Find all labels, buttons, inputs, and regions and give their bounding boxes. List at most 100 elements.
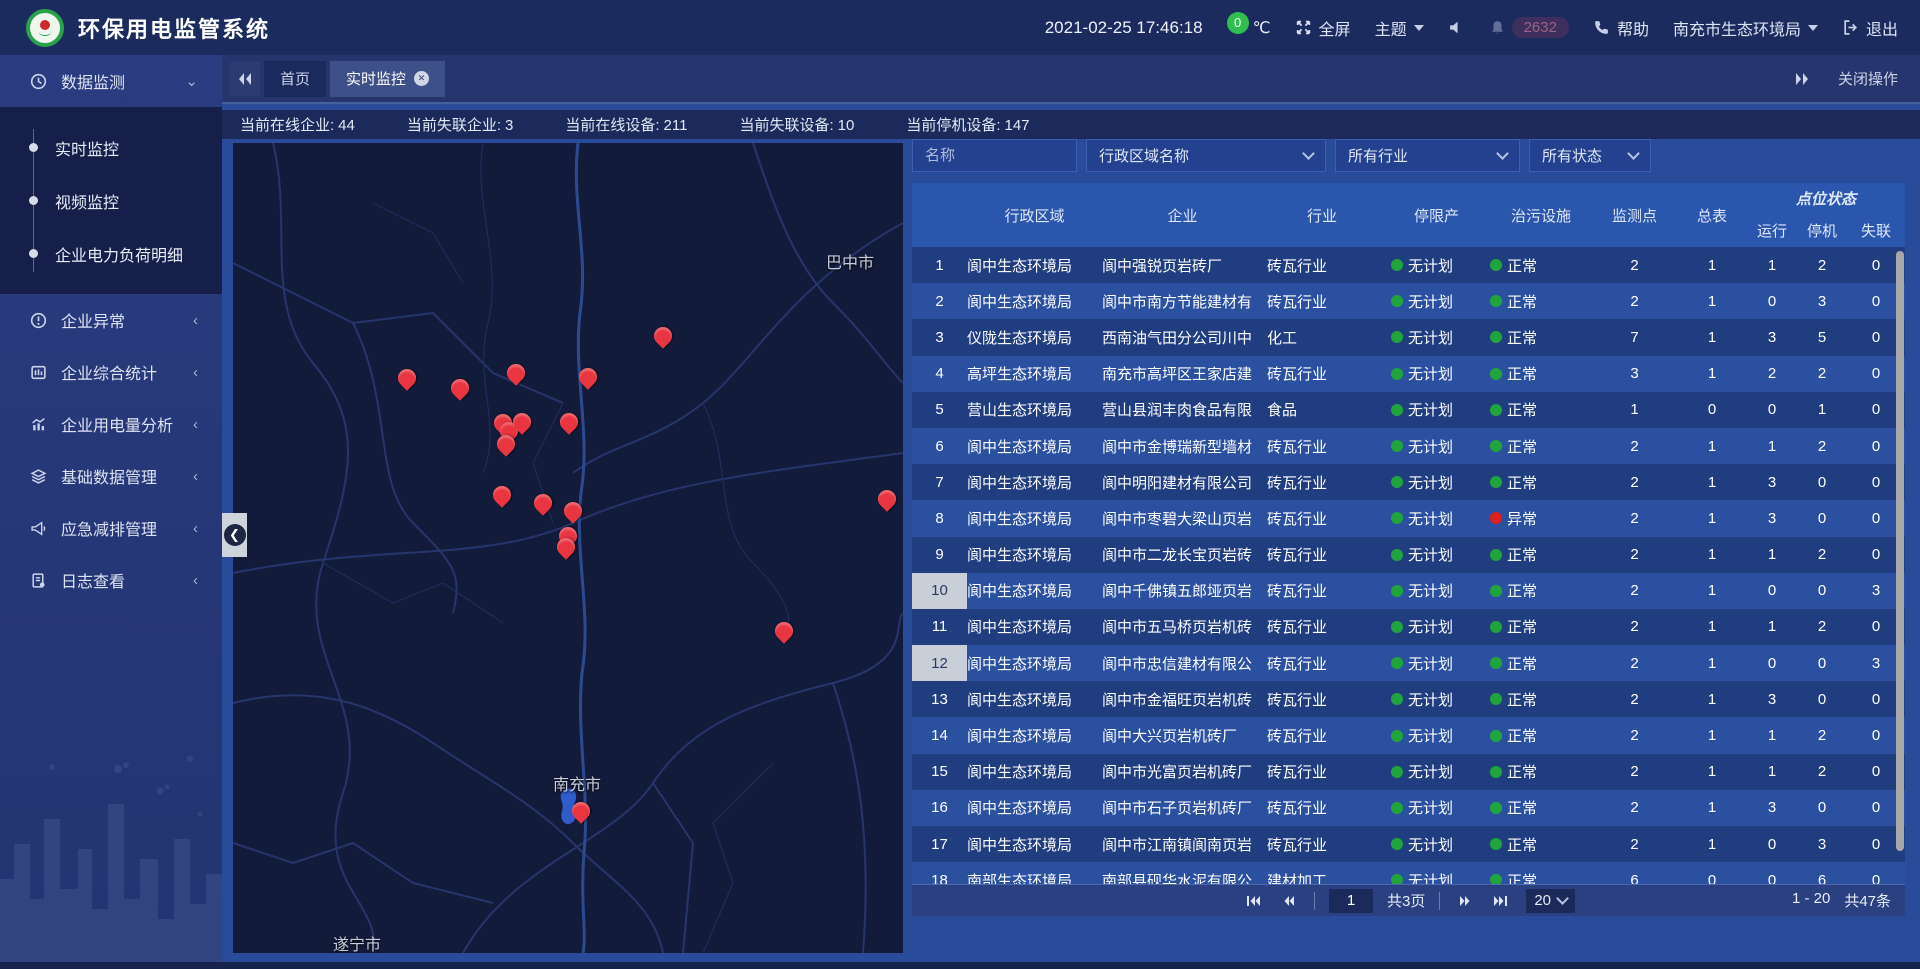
range-label: 1 - 20	[1792, 890, 1830, 911]
fullscreen-icon	[1295, 19, 1312, 36]
table-row[interactable]: 6 阆中生态环境局 阆中市金博瑞新型墙材 砖瓦行业 无计划 正常 2 1 1 2…	[912, 428, 1905, 464]
collapse-panel-button[interactable]: ❮	[222, 513, 247, 557]
page-size-select[interactable]: 20	[1526, 889, 1575, 913]
table-row[interactable]: 5 营山生态环境局 营山县润丰肉食品有限 食品 无计划 正常 1 0 0 1 0	[912, 392, 1905, 428]
cell-facility: 正常	[1482, 537, 1592, 573]
table-row[interactable]: 13 阆中生态环境局 阆中市金福旺页岩机砖 砖瓦行业 无计划 正常 2 1 3 …	[912, 681, 1905, 717]
sidebar-item-base-data[interactable]: 基础数据管理 ‹	[0, 450, 222, 502]
logout-button[interactable]: 退出	[1842, 16, 1898, 40]
cell-facility: 正常	[1482, 754, 1592, 790]
caret-down-icon	[1414, 25, 1424, 31]
production-status-dot	[1391, 802, 1403, 814]
map-canvas[interactable]: 巴中市南充市遂宁市	[233, 143, 903, 953]
table-body: 1 阆中生态环境局 阆中强锐页岩砖厂 砖瓦行业 无计划 正常 2 1 1 2 0…	[912, 247, 1905, 884]
cell-region: 仪陇生态环境局	[967, 319, 1102, 355]
close-operations-button[interactable]: 关闭操作	[1838, 68, 1898, 89]
table-row[interactable]: 17 阆中生态环境局 阆中市江南镇阆南页岩 砖瓦行业 无计划 正常 2 1 0 …	[912, 826, 1905, 862]
tab-home[interactable]: 首页	[264, 61, 326, 97]
table-row[interactable]: 10 阆中生态环境局 阆中千佛镇五郎垭页岩 砖瓦行业 无计划 正常 2 1 0 …	[912, 573, 1905, 609]
cell-region: 阆中生态环境局	[967, 681, 1102, 717]
cell-running: 1	[1747, 754, 1797, 790]
header-production: 停限产	[1377, 183, 1482, 247]
notifications-button[interactable]: 2632	[1489, 17, 1569, 38]
table-row[interactable]: 1 阆中生态环境局 阆中强锐页岩砖厂 砖瓦行业 无计划 正常 2 1 1 2 0	[912, 247, 1905, 283]
page-input[interactable]	[1329, 889, 1373, 913]
city-label: 巴中市	[826, 249, 874, 273]
table-row[interactable]: 7 阆中生态环境局 阆中明阳建材有限公司 砖瓦行业 无计划 正常 2 1 3 0…	[912, 464, 1905, 500]
prev-page-button[interactable]	[1278, 891, 1300, 911]
statistics-icon	[30, 364, 47, 381]
first-page-button[interactable]	[1242, 891, 1264, 911]
fullscreen-button[interactable]: 全屏	[1295, 16, 1351, 40]
cell-meters: 1	[1677, 826, 1747, 862]
table-row[interactable]: 12 阆中生态环境局 阆中市忠信建材有限公 砖瓦行业 无计划 正常 2 1 0 …	[912, 645, 1905, 681]
production-status-dot	[1391, 585, 1403, 597]
cell-company: 阆中市金博瑞新型墙材	[1102, 428, 1267, 464]
sidebar-item-video-monitoring[interactable]: 视频监控	[0, 174, 222, 227]
tabs-scroll-left-button[interactable]	[230, 62, 260, 96]
table-row[interactable]: 2 阆中生态环境局 阆中市南方节能建材有 砖瓦行业 无计划 正常 2 1 0 3…	[912, 283, 1905, 319]
table-row[interactable]: 4 高坪生态环境局 南充市高坪区王家店建 砖瓦行业 无计划 正常 3 1 2 2…	[912, 356, 1905, 392]
name-search-input[interactable]	[912, 139, 1077, 172]
table-row[interactable]: 16 阆中生态环境局 阆中市石子页岩机砖厂 砖瓦行业 无计划 正常 2 1 3 …	[912, 790, 1905, 826]
stat-online-devices: 当前在线设备:211	[565, 114, 687, 135]
sidebar-item-power-analysis[interactable]: 企业用电量分析 ‹	[0, 398, 222, 450]
sidebar-item-company-abnormal[interactable]: 企业异常 ‹	[0, 294, 222, 346]
double-chevron-right-icon[interactable]	[1794, 72, 1810, 86]
header-row-number	[912, 183, 967, 247]
production-status-dot	[1391, 404, 1403, 416]
cell-company: 阆中市江南镇阆南页岩	[1102, 826, 1267, 862]
org-dropdown[interactable]: 南充市生态环境局	[1673, 16, 1818, 40]
next-page-button[interactable]	[1454, 891, 1476, 911]
region-select-value: 行政区域名称	[1099, 145, 1294, 166]
cell-region: 营山生态环境局	[967, 392, 1102, 428]
cell-stopped: 2	[1797, 537, 1847, 573]
cell-production: 无计划	[1377, 862, 1482, 884]
production-status-dot	[1391, 259, 1403, 271]
speaker-icon[interactable]	[1448, 19, 1465, 36]
cell-points: 7	[1592, 319, 1677, 355]
sidebar-item-power-load-detail[interactable]: 企业电力负荷明细	[0, 227, 222, 280]
last-page-button[interactable]	[1490, 891, 1512, 911]
sidebar-item-label: 视频监控	[55, 189, 119, 213]
cell-stopped: 0	[1797, 681, 1847, 717]
sidebar-item-label: 企业综合统计	[61, 360, 157, 384]
cell-facility: 正常	[1482, 247, 1592, 283]
megaphone-icon	[30, 520, 47, 537]
total-count-label: 共47条	[1844, 890, 1891, 911]
table-scrollbar-thumb[interactable]	[1896, 251, 1904, 851]
table-row[interactable]: 14 阆中生态环境局 阆中大兴页岩机砖厂 砖瓦行业 无计划 正常 2 1 1 2…	[912, 717, 1905, 753]
region-select[interactable]: 行政区域名称	[1086, 139, 1326, 172]
sidebar-item-data-monitoring[interactable]: 数据监测 ⌄	[0, 55, 222, 107]
cell-running: 1	[1747, 537, 1797, 573]
cell-stopped: 0	[1797, 645, 1847, 681]
chevron-down-icon	[1627, 147, 1640, 160]
sidebar-item-emergency-reduction[interactable]: 应急减排管理 ‹	[0, 502, 222, 554]
table-row[interactable]: 18 南部生态环境局 南部县砚华水泥有限公 建材加工 无计划 正常 6 0 0 …	[912, 862, 1905, 884]
theme-dropdown[interactable]: 主题	[1375, 16, 1424, 40]
cell-running: 3	[1747, 681, 1797, 717]
header-stopped: 停机	[1797, 213, 1847, 247]
table-row[interactable]: 9 阆中生态环境局 阆中市二龙长宝页岩砖 砖瓦行业 无计划 正常 2 1 1 2…	[912, 537, 1905, 573]
header-meters: 总表	[1677, 183, 1747, 247]
table-row[interactable]: 11 阆中生态环境局 阆中市五马桥页岩机砖 砖瓦行业 无计划 正常 2 1 1 …	[912, 609, 1905, 645]
cell-region: 阆中生态环境局	[967, 609, 1102, 645]
sidebar-item-label: 企业用电量分析	[61, 412, 173, 436]
datetime-label: 2021-02-25 17:46:18	[1045, 18, 1203, 38]
tab-close-icon[interactable]: ✕	[414, 71, 429, 86]
table-row[interactable]: 8 阆中生态环境局 阆中市枣碧大梁山页岩 砖瓦行业 无计划 异常 2 1 3 0…	[912, 500, 1905, 536]
header-company: 企业	[1102, 183, 1267, 247]
cell-company: 阆中市光富页岩机砖厂	[1102, 754, 1267, 790]
sidebar-item-realtime-monitoring[interactable]: 实时监控	[0, 121, 222, 174]
sidebar-item-log-view[interactable]: 日志查看 ‹	[0, 554, 222, 606]
table-row[interactable]: 3 仪陇生态环境局 西南油气田分公司川中 化工 无计划 正常 7 1 3 5 0	[912, 319, 1905, 355]
sidebar-item-company-statistics[interactable]: 企业综合统计 ‹	[0, 346, 222, 398]
facility-status-dot	[1490, 693, 1502, 705]
row-number: 18	[912, 862, 967, 884]
tab-realtime-monitoring[interactable]: 实时监控 ✕	[330, 61, 445, 97]
help-button[interactable]: 帮助	[1593, 16, 1649, 40]
cell-points: 2	[1592, 826, 1677, 862]
table-row[interactable]: 15 阆中生态环境局 阆中市光富页岩机砖厂 砖瓦行业 无计划 正常 2 1 1 …	[912, 754, 1905, 790]
status-select[interactable]: 所有状态	[1529, 139, 1651, 172]
industry-select[interactable]: 所有行业	[1335, 139, 1520, 172]
